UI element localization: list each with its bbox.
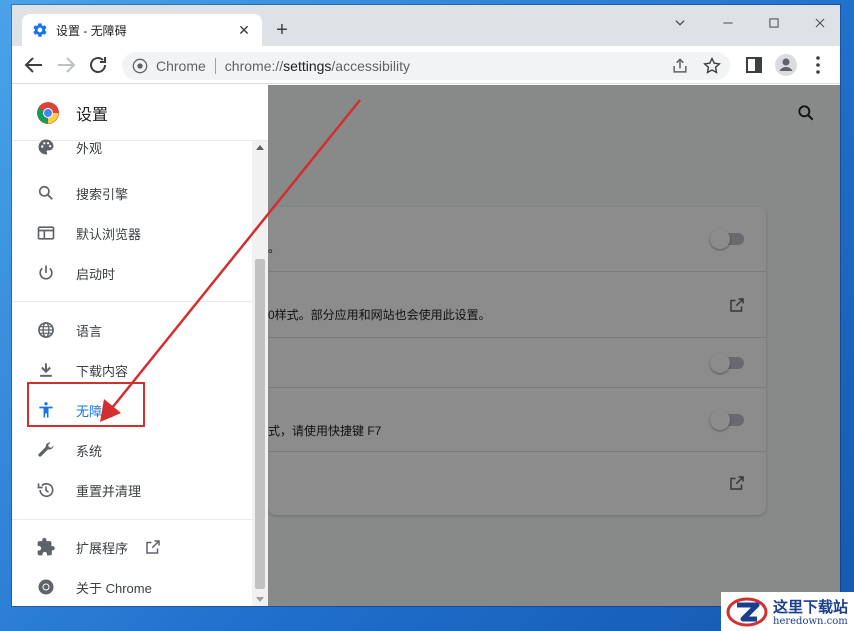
address-bar[interactable]: Chrome chrome:// settings /accessibility [122, 52, 730, 80]
nav-label: 重置并清理 [76, 483, 142, 499]
tab-close-icon[interactable]: ✕ [236, 22, 252, 38]
globe-icon [36, 320, 56, 340]
settings-content: 。 0样式。部分应用和网站也会使用此设置。 式，请使用快捷键 F7 设置 外观 … [12, 85, 840, 606]
wrench-icon [36, 440, 56, 460]
nav-item-on-startup[interactable]: 启动时 [12, 253, 252, 293]
tab-settings-accessibility[interactable]: 设置 - 无障碍 ✕ [22, 14, 262, 46]
star-bookmark-icon[interactable] [702, 56, 722, 76]
scroll-down-arrow-icon[interactable] [256, 597, 264, 602]
scrollbar-thumb[interactable] [255, 259, 265, 589]
chrome-logo-icon [36, 101, 60, 125]
power-icon [36, 263, 56, 283]
minimize-button[interactable] [716, 11, 740, 35]
nav-label: 扩展程序 [76, 540, 129, 556]
external-link-icon [144, 538, 162, 556]
back-arrow-icon[interactable] [22, 53, 46, 77]
nav-item-default-browser[interactable]: 默认浏览器 [12, 213, 252, 253]
search-icon [36, 183, 56, 203]
chrome-site-icon [132, 58, 148, 74]
nav-item-search-engine[interactable]: 搜索引擎 [12, 173, 252, 213]
nav-item-reset-cleanup[interactable]: 重置并清理 [12, 470, 252, 510]
nav-item-system[interactable]: 系统 [12, 430, 252, 470]
browser-window: 设置 - 无障碍 ✕ + Chrome chrome:// settings /… [12, 5, 840, 606]
nav-label: 关于 Chrome [76, 580, 152, 596]
url-scheme: chrome:// [224, 58, 284, 74]
maximize-button[interactable] [762, 11, 786, 35]
drawer-title: 设置 [76, 106, 109, 124]
annotation-highlight-box [27, 382, 145, 427]
browser-icon [36, 223, 56, 243]
forward-arrow-icon[interactable] [54, 53, 78, 77]
nav-item-about-chrome[interactable]: 关于 Chrome [12, 567, 252, 606]
watermark-text: 这里下载站 heredown.com [773, 596, 848, 627]
close-window-button[interactable] [808, 11, 832, 35]
nav-item-languages[interactable]: 语言 [12, 310, 252, 350]
nav-label: 外观 [76, 140, 103, 156]
site-label: Chrome [156, 58, 206, 74]
omnibox-divider [214, 58, 216, 74]
share-icon[interactable] [670, 56, 690, 76]
drawer-scrollbar[interactable] [252, 141, 268, 606]
gear-icon [32, 22, 48, 38]
nav-item-extensions[interactable]: 扩展程序 [12, 527, 252, 567]
nav-label: 系统 [76, 443, 103, 459]
url-host: settings [283, 58, 332, 74]
palette-icon [36, 137, 56, 157]
omnibox-actions [670, 56, 722, 76]
nav-label: 搜索引擎 [76, 186, 129, 202]
profile-avatar-icon[interactable] [774, 53, 798, 77]
puzzle-icon [36, 537, 56, 557]
nav-label: 默认浏览器 [76, 226, 142, 242]
tab-search-chevron-icon[interactable] [668, 11, 692, 35]
url-path: /accessibility [331, 58, 410, 74]
side-panel-icon[interactable] [742, 53, 766, 77]
new-tab-button[interactable]: + [270, 19, 294, 43]
more-menu-icon[interactable] [806, 53, 830, 77]
tab-title: 设置 - 无障碍 [56, 23, 127, 38]
chrome-icon [36, 577, 56, 597]
reload-icon[interactable] [86, 53, 110, 77]
nav-label: 语言 [76, 323, 103, 339]
watermark-cn: 这里下载站 [773, 598, 849, 616]
nav-item-appearance[interactable]: 外观 [12, 129, 252, 165]
scroll-up-arrow-icon[interactable] [256, 145, 264, 150]
nav-label: 启动时 [76, 266, 116, 282]
browser-toolbar: Chrome chrome:// settings /accessibility [12, 46, 840, 84]
history-icon [36, 480, 56, 500]
settings-nav-drawer: 设置 外观 搜索引擎 默认浏览器 启动时 语言 下载内容 无障碍 系统 重置并清… [12, 85, 268, 606]
nav-divider [12, 301, 252, 302]
nav-divider [12, 519, 252, 520]
tab-strip: 设置 - 无障碍 ✕ + [12, 5, 840, 46]
watermark-logo-icon [725, 596, 769, 628]
download-icon [36, 360, 56, 380]
nav-label: 下载内容 [76, 363, 129, 379]
watermark-en: heredown.com [773, 616, 848, 627]
watermark: 这里下载站 heredown.com [721, 592, 854, 631]
